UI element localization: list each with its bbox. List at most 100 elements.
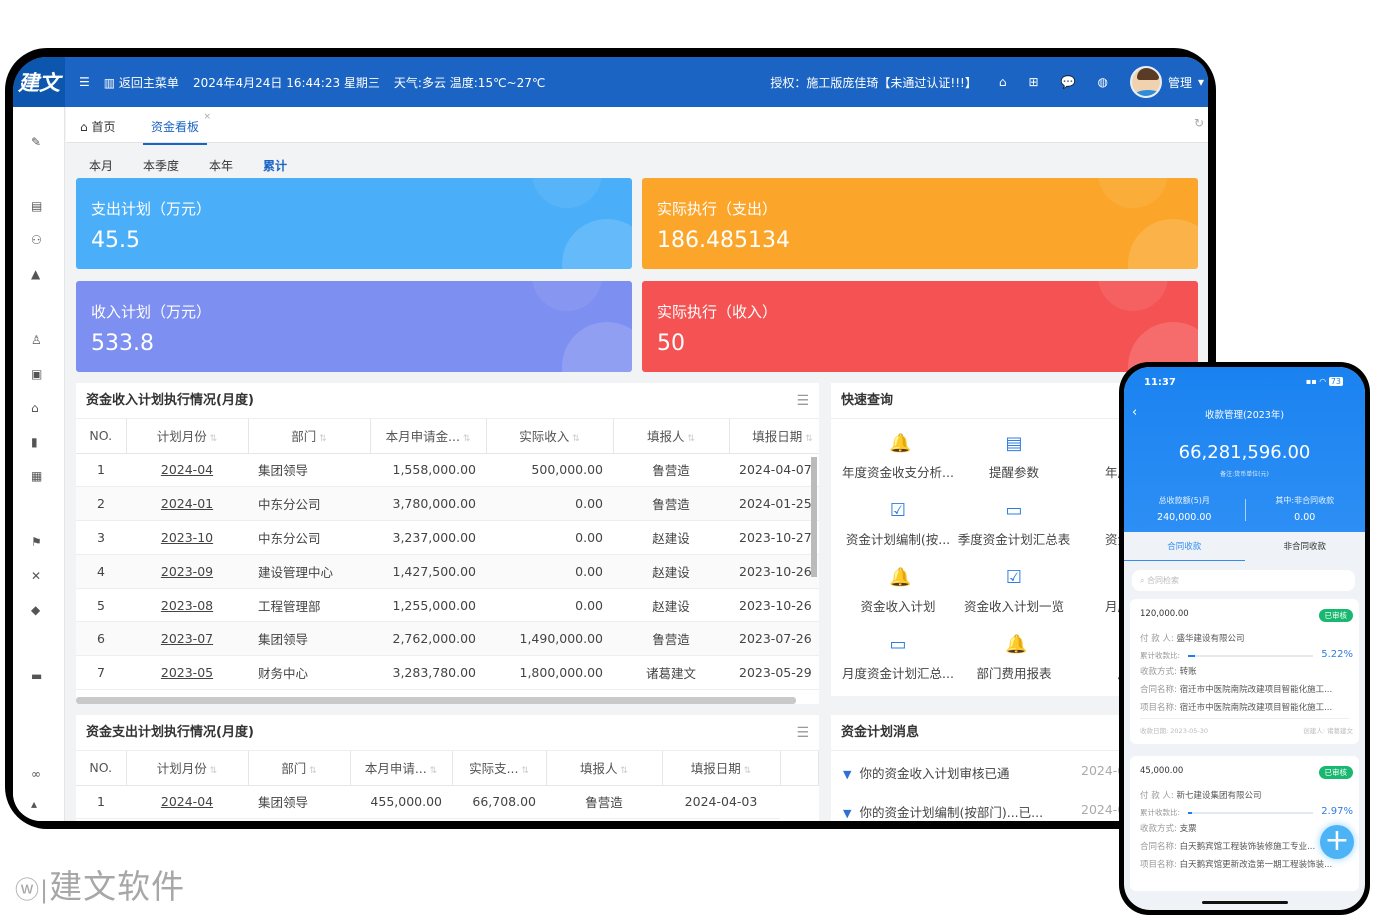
column-header[interactable]: 填报人 ⇅	[613, 419, 730, 454]
column-header[interactable]: 计划月份 ⇅	[126, 751, 249, 786]
table-cell[interactable]: 2024-04	[126, 453, 248, 488]
column-header[interactable]: 实际收入 ⇅	[486, 419, 614, 454]
period-quarter[interactable]: 本季度	[143, 157, 179, 174]
column-header[interactable]: 实际支... ⇅	[452, 751, 547, 786]
table-cell[interactable]: 2023-09	[126, 554, 248, 589]
menu-icon[interactable]: ☰	[796, 393, 809, 409]
document-icon: ▤	[1005, 433, 1023, 454]
table-row[interactable]: 1 2024-04 集团领导 455,000.00 66,708.00 鲁营造 2024-0…	[76, 785, 819, 820]
tab-fund-board[interactable]: 资金看板 ×	[143, 112, 211, 145]
table-cell: 鲁营造	[613, 621, 729, 657]
table-row[interactable]: 4 2023-09 建设管理中心 1,427,500.00 0.00 赵建设 2023-10…	[76, 554, 819, 589]
column-header[interactable]: 填报人 ⇅	[546, 751, 663, 786]
quick-link[interactable]: 🔔 资金收入计划	[833, 568, 963, 615]
menu-icon[interactable]: ☰	[796, 725, 809, 741]
table-cell[interactable]: 2023-10	[126, 520, 248, 555]
sort-icon[interactable]: ⇅	[306, 766, 317, 776]
table-cell[interactable]: 2023-08	[126, 588, 248, 623]
period-year[interactable]: 本年	[209, 157, 233, 174]
table-row[interactable]: 7 2023-05 财务中心 3,283,780.00 1,800,000.00 诸葛建文…	[76, 655, 819, 691]
message-item[interactable]: ▼ 你的资金收入计划审核已通 2024-0	[843, 763, 1125, 782]
sort-icon[interactable]: ⇅	[802, 434, 813, 444]
sort-icon[interactable]: ⇅	[316, 434, 327, 444]
table-row[interactable]: 1 2024-04 集团领导 1,558,000.00 500,000.00 鲁营造 202…	[76, 453, 819, 488]
tab-noncontract-receipts[interactable]: 非合同收款	[1245, 540, 1366, 552]
column-header[interactable]: 本月申请... ⇅	[350, 751, 453, 786]
home-icon[interactable]: ⌂	[999, 75, 1007, 89]
horizontal-scrollbar[interactable]	[76, 697, 796, 704]
receipt-card[interactable]: 120,000.00 已审核 付 款 人: 盛华建设有限公司 累计收款比: 5.…	[1130, 599, 1359, 744]
theme-icon[interactable]: ◍	[1097, 75, 1107, 89]
quick-link[interactable]: ▭ 月度资金计划汇总...	[833, 635, 963, 682]
table-cell[interactable]: 2024-01	[126, 486, 248, 522]
user-menu[interactable]: 管理 ▾	[1129, 66, 1204, 98]
contract-search-input[interactable]: ⌕ 合同检索	[1132, 570, 1355, 591]
period-total[interactable]: 累计	[263, 157, 287, 174]
sidebar-icon-doc[interactable]: ▣	[31, 367, 42, 381]
sort-icon[interactable]: ⇅	[618, 766, 628, 776]
sort-icon[interactable]: ⇅	[207, 434, 218, 444]
tab-home[interactable]: ⌂ 首页	[80, 118, 115, 135]
column-header[interactable]: 本月申请金... ⇅	[370, 419, 487, 454]
table-cell[interactable]: 2023-07	[126, 621, 248, 657]
sidebar-icon-handshake[interactable]: ∞	[31, 767, 41, 781]
column-header[interactable]: NO.	[76, 751, 127, 786]
ratio-bar	[1188, 812, 1313, 814]
table-row[interactable]: 5 2023-08 工程管理部 1,255,000.00 0.00 赵建设 2023-10-…	[76, 588, 819, 623]
sidebar-icon-chart[interactable]: ▤	[31, 199, 42, 213]
sort-icon[interactable]: ⇅	[519, 766, 529, 776]
sidebar-icon-tools[interactable]: ✕	[31, 569, 41, 583]
back-menu-link[interactable]: ▥ 返回主菜单	[104, 74, 179, 91]
quick-link[interactable]: 🔔 年度资金收支分析...	[833, 434, 963, 481]
table-cell: 赵建设	[613, 588, 729, 623]
tab-contract-receipts[interactable]: 合同收款	[1124, 540, 1245, 561]
message-item[interactable]: ▼ 你的资金计划编制(按部门)...已... 2024-0	[843, 802, 1125, 821]
sidebar-icon-edit[interactable]: ✎	[31, 135, 41, 149]
sort-icon[interactable]: ⇅	[569, 434, 580, 444]
sort-icon[interactable]: ⇅	[207, 766, 218, 776]
table-cell: 7	[76, 655, 126, 691]
quick-link[interactable]: ☑ 资金收入计划一览	[949, 568, 1079, 615]
sidebar-icon-book[interactable]: ▮	[31, 435, 38, 449]
chat-icon[interactable]: 💬	[1061, 75, 1076, 89]
table-row[interactable]: 2 2024-01 中东分公司 3,780,000.00 0.00 鲁营造 2024-01-…	[76, 486, 819, 522]
column-header[interactable]: 填报日期 ⇅	[729, 419, 819, 454]
sidebar-icon-person[interactable]: ♙	[31, 333, 42, 347]
org-chart-icon[interactable]: ⊞	[1028, 75, 1038, 89]
menu-toggle-icon[interactable]: ☰	[79, 75, 90, 89]
quick-link[interactable]: ▤ 提醒参数	[949, 434, 1079, 481]
column-header[interactable]: 填报日期 ⇅	[662, 751, 781, 786]
table-row[interactable]: 3 2023-10 中东分公司 3,237,000.00 0.00 赵建设 2023-10-…	[76, 520, 819, 555]
sidebar-icon-users[interactable]: ⚇	[31, 233, 42, 247]
bell-icon: 🔔	[889, 567, 912, 588]
sort-icon[interactable]: ⇅	[460, 434, 471, 444]
sidebar-icon-flow[interactable]: ⚑	[31, 535, 42, 549]
sidebar-icon-gem[interactable]: ◆	[31, 603, 40, 617]
add-button[interactable]: +	[1320, 825, 1354, 859]
quick-link[interactable]: ☑ 资金计划编制(按...	[833, 501, 963, 548]
quick-link[interactable]: 🔔 部门费用报表	[949, 635, 1079, 682]
column-header[interactable]: 部门 ⇅	[248, 751, 351, 786]
period-month[interactable]: 本月	[89, 157, 113, 174]
sidebar-icon-build[interactable]: ▲	[31, 267, 40, 281]
table-cell[interactable]: 2024-04	[126, 785, 248, 820]
sidebar-icon-bank[interactable]: ⌂	[31, 401, 39, 415]
table-cell[interactable]: 2023-05	[126, 655, 248, 691]
contract-name: 白天鹅宾馆工程装饰装修施工专业...	[1179, 842, 1316, 852]
sidebar-icon-archive[interactable]: ▬	[31, 669, 42, 683]
close-icon[interactable]: ×	[203, 112, 211, 122]
sidebar-icon-bell[interactable]: ▴	[31, 797, 37, 811]
table-row[interactable]: 6 2023-07 集团领导 2,762,000.00 1,490,000.00 鲁营造 2…	[76, 621, 819, 657]
column-header[interactable]: 计划月份 ⇅	[126, 419, 249, 454]
sort-icon[interactable]: ⇅	[741, 766, 752, 776]
quick-link[interactable]: ▭ 季度资金计划汇总表	[949, 501, 1079, 548]
panel-title: 资金支出计划执行情况(月度)	[76, 715, 819, 751]
sort-icon[interactable]: ⇅	[685, 434, 695, 444]
sidebar-icon-calc[interactable]: ▦	[31, 469, 42, 483]
vertical-scrollbar[interactable]	[811, 457, 817, 577]
refresh-icon[interactable]: ↻	[1194, 116, 1204, 130]
column-header[interactable]: 部门 ⇅	[248, 419, 371, 454]
column-header[interactable]: NO.	[76, 419, 127, 454]
column-header	[780, 751, 819, 786]
sort-icon[interactable]: ⇅	[427, 766, 438, 776]
